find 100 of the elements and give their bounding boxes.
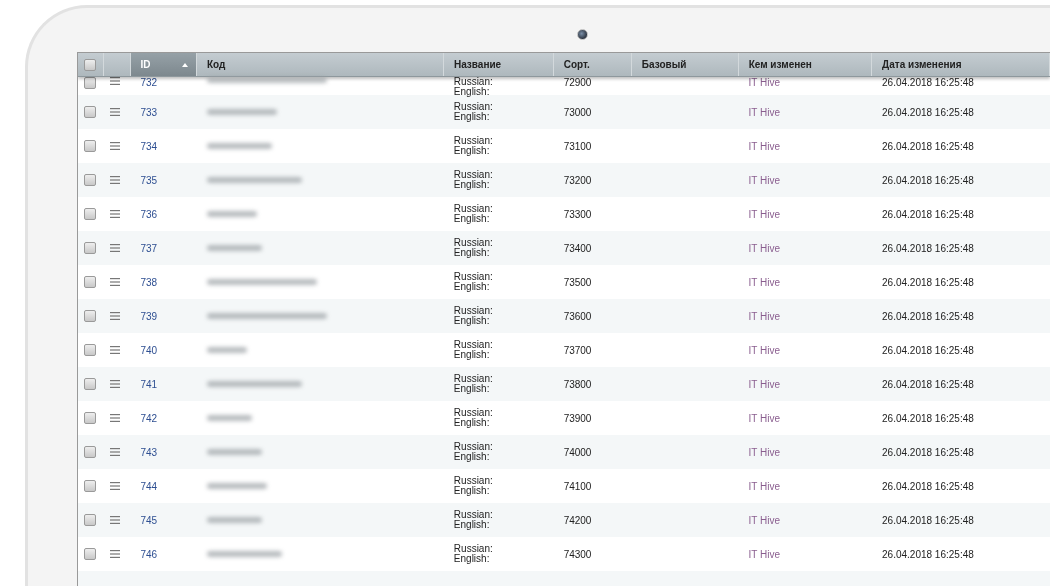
table-cell: 73400 [563,242,592,254]
user-link[interactable]: IT Hive [748,412,781,424]
id-link[interactable]: 744 [140,480,158,492]
table-cell: 73600 [563,310,592,322]
checkbox[interactable] [84,412,96,424]
checkbox[interactable] [84,77,96,89]
language-label: Russian: [453,77,493,87]
menu-icon[interactable] [109,108,120,116]
user-link[interactable]: IT Hive [748,242,781,254]
menu-icon[interactable] [109,380,120,388]
user-link[interactable]: IT Hive [748,208,781,220]
user-link[interactable]: IT Hive [748,378,781,390]
id-link[interactable]: 745 [140,514,158,526]
user-link[interactable]: IT Hive [748,344,781,356]
user-link[interactable]: IT Hive [748,106,781,118]
id-link[interactable]: 740 [140,344,158,356]
language-label: Russian: [453,510,493,520]
checkbox[interactable] [84,446,96,458]
sort-up-icon [181,62,188,67]
menu-icon[interactable] [109,142,120,150]
user-link[interactable]: IT Hive [748,514,781,526]
checkbox[interactable] [84,174,96,186]
menu-icon[interactable] [109,278,120,286]
menu-icon[interactable] [109,244,120,252]
checkbox[interactable] [84,480,96,492]
id-link[interactable]: 733 [140,106,158,118]
menu-icon[interactable] [109,550,120,558]
user-link[interactable]: IT Hive [748,446,781,458]
user-link[interactable]: IT Hive [748,548,781,560]
language-label: English: [453,520,490,530]
checkbox[interactable] [84,140,96,152]
checkbox[interactable] [84,378,96,390]
id-link[interactable]: 746 [140,548,158,560]
checkbox[interactable] [84,276,96,288]
table-cell: 26.04.2018 16:25:48 [882,480,974,492]
table-cell: 26.04.2018 16:25:48 [882,174,974,186]
column-header[interactable]: Сорт. [553,53,632,76]
checkbox[interactable] [84,106,96,118]
id-link[interactable]: 732 [140,77,158,88]
language-label: English: [453,214,490,224]
language-label: English: [453,180,490,190]
id-link[interactable]: 735 [140,174,158,186]
column-header[interactable]: Дата изменения [872,53,1050,76]
menu-icon[interactable] [109,448,120,456]
language-label: Russian: [453,374,493,384]
language-label: English: [453,112,490,122]
column-header[interactable]: Базовый [631,53,739,76]
checkbox[interactable] [84,242,96,254]
menu-icon[interactable] [109,482,120,490]
table-cell: 74100 [563,480,592,492]
language-label: English: [453,384,490,394]
column-header[interactable]: Код [196,53,444,76]
language-label: Russian: [453,204,493,214]
user-link[interactable]: IT Hive [748,77,781,88]
table-cell: 26.04.2018 16:25:48 [882,344,974,356]
user-link[interactable]: IT Hive [748,276,781,288]
menu-icon[interactable] [109,77,120,85]
checkbox[interactable] [84,208,96,220]
table-cell: 74200 [563,514,592,526]
id-link[interactable]: 738 [140,276,158,288]
checkbox[interactable] [84,310,96,322]
blurred-text [206,347,247,353]
id-link[interactable]: 736 [140,208,158,220]
checkbox[interactable] [84,548,96,560]
menu-icon[interactable] [109,516,120,524]
user-link[interactable]: IT Hive [748,174,781,186]
column-header[interactable]: Кем изменен [738,53,873,76]
menu-icon[interactable] [109,210,120,218]
id-link[interactable]: 739 [140,310,158,322]
table-cell: 73300 [563,208,592,220]
blurred-text [206,517,262,523]
column-header[interactable]: Название [443,53,554,76]
checkbox[interactable] [84,344,96,356]
user-link[interactable]: IT Hive [748,140,781,152]
id-link[interactable]: 743 [140,446,158,458]
menu-icon[interactable] [109,312,120,320]
language-label: English: [453,350,490,360]
id-link[interactable]: 737 [140,242,158,254]
id-link[interactable]: 741 [140,378,158,390]
menu-icon[interactable] [109,414,120,422]
blurred-text [206,415,252,421]
checkbox[interactable] [84,58,96,71]
language-label: Russian: [453,170,493,180]
menu-icon[interactable] [109,176,120,184]
language-label: Russian: [453,340,493,350]
table-cell: 73500 [563,276,592,288]
menu-icon[interactable] [109,346,120,354]
id-link[interactable]: 734 [140,140,158,152]
language-label: Russian: [453,476,493,486]
table-cell: 26.04.2018 16:25:48 [882,514,974,526]
table-cell: 72900 [563,77,592,88]
checkbox[interactable] [84,514,96,526]
user-link[interactable]: IT Hive [748,310,781,322]
language-label: English: [453,452,490,462]
user-link[interactable]: IT Hive [748,480,781,492]
language-label: Russian: [453,544,493,554]
blurred-text [206,483,267,489]
table-cell: 26.04.2018 16:25:48 [882,140,974,152]
table-cell: 26.04.2018 16:25:48 [882,77,974,88]
id-link[interactable]: 742 [140,412,158,424]
